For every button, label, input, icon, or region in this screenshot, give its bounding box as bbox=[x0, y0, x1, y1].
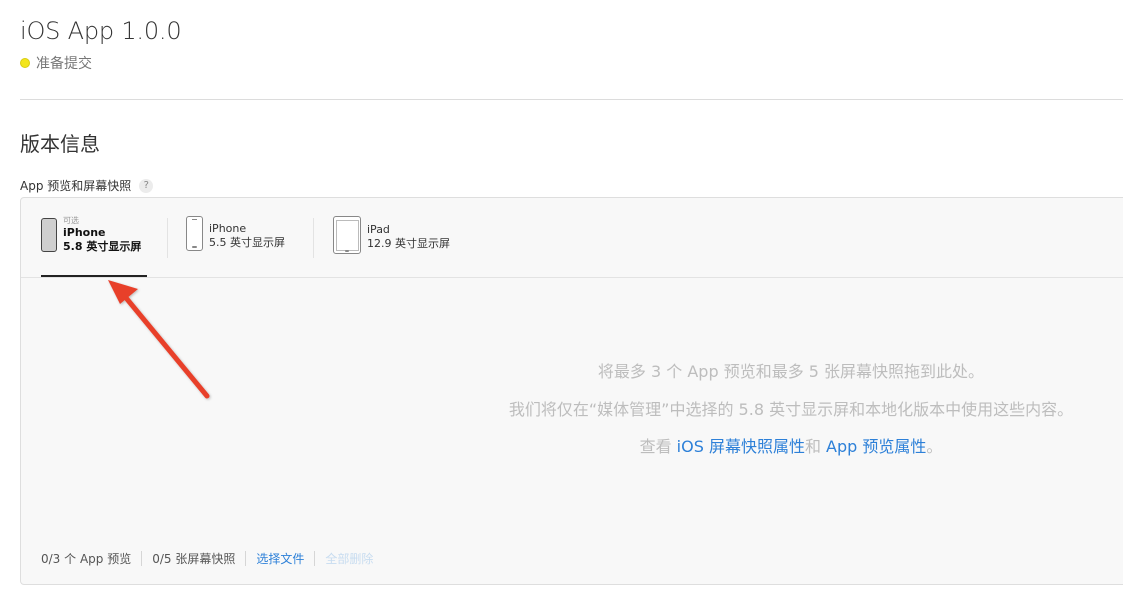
tab-device-name: iPhone bbox=[209, 221, 247, 235]
tab-device-name: iPad bbox=[367, 223, 390, 236]
media-panel: 可选 iPhone 5.8 英寸显示屏 iPhone 5.5 英寸显示屏 iPa… bbox=[20, 197, 1123, 585]
optional-label: 可选 bbox=[63, 216, 79, 225]
media-footer: 0/3 个 App 预览 0/5 张屏幕快照 选择文件 全部删除 bbox=[41, 550, 373, 567]
status-row: 准备提交 bbox=[20, 53, 92, 73]
tab-iphone-5-5[interactable]: iPhone 5.5 英寸显示屏 bbox=[186, 216, 285, 251]
ios-screenshot-properties-link[interactable]: iOS 屏幕快照属性 bbox=[677, 437, 805, 456]
tab-separator bbox=[313, 218, 314, 258]
device-tabs: 可选 iPhone 5.8 英寸显示屏 iPhone 5.5 英寸显示屏 iPa… bbox=[21, 198, 1123, 278]
field-label: App 预览和屏幕快照 ? bbox=[20, 177, 154, 194]
header-divider bbox=[20, 99, 1123, 100]
status-dot-icon bbox=[20, 58, 30, 68]
tab-device-size: 5.5 英寸显示屏 bbox=[209, 235, 285, 249]
tab-device-name: iPhone bbox=[63, 226, 106, 239]
dropzone-line-3-suffix: 。 bbox=[926, 437, 943, 456]
tab-device-size: 12.9 英寸显示屏 bbox=[367, 237, 450, 250]
delete-all-button[interactable]: 全部删除 bbox=[325, 550, 373, 567]
status-text: 准备提交 bbox=[36, 56, 92, 72]
iphone-icon bbox=[186, 216, 203, 251]
tab-iphone-5-8[interactable]: 可选 iPhone 5.8 英寸显示屏 bbox=[41, 216, 141, 254]
screenshot-count: 0/5 张屏幕快照 bbox=[152, 552, 236, 566]
ipad-icon bbox=[333, 216, 361, 254]
tab-device-size: 5.8 英寸显示屏 bbox=[63, 240, 142, 253]
dropzone-line-2: 我们将仅在“媒体管理”中选择的 5.8 英寸显示屏和本地化版本中使用这些内容。 bbox=[508, 400, 1074, 419]
iphone-x-icon bbox=[41, 218, 57, 252]
dropzone-line-3: 查看 iOS 屏幕快照属性和 App 预览属性。 bbox=[451, 433, 1123, 457]
dropzone-line-3-prefix: 查看 bbox=[639, 437, 677, 456]
dropzone-line-3-mid: 和 bbox=[804, 437, 827, 456]
footer-separator bbox=[245, 551, 247, 566]
field-label-text: App 预览和屏幕快照 bbox=[20, 179, 132, 193]
choose-file-button[interactable]: 选择文件 bbox=[256, 550, 304, 567]
section-title: 版本信息 bbox=[20, 132, 100, 156]
app-version-title: iOS App 1.0.0 bbox=[20, 17, 182, 45]
app-preview-properties-link[interactable]: App 预览属性 bbox=[826, 437, 926, 456]
tab-separator bbox=[167, 218, 168, 258]
footer-separator bbox=[141, 551, 143, 566]
dropzone-line-1: 将最多 3 个 App 预览和最多 5 张屏幕快照拖到此处。 bbox=[597, 362, 985, 381]
tab-ipad-12-9[interactable]: iPad 12.9 英寸显示屏 bbox=[333, 216, 450, 254]
footer-separator bbox=[314, 551, 316, 566]
help-icon[interactable]: ? bbox=[139, 178, 154, 193]
active-tab-underline bbox=[41, 275, 147, 277]
preview-count: 0/3 个 App 预览 bbox=[41, 552, 132, 566]
